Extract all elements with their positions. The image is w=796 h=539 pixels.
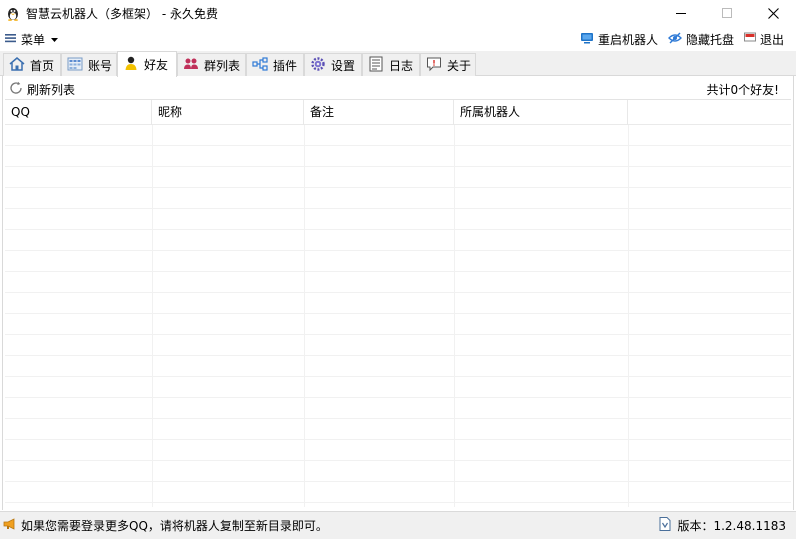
restart-robot-button[interactable]: 重启机器人	[580, 30, 658, 48]
column-header-nickname[interactable]: 昵称	[152, 100, 304, 125]
menu-bar: 菜单 重启机器人 隐藏托盘 退出	[0, 26, 796, 51]
grid-row-line	[5, 397, 791, 398]
maximize-button[interactable]	[704, 0, 750, 26]
grid-row-line	[5, 439, 791, 440]
tab-group-list[interactable]: 群列表	[177, 53, 246, 76]
status-bar: 如果您需要登录更多QQ，请将机器人复制至新目录即可。 版本：1.2.48.118…	[0, 511, 796, 539]
robot-app-icon	[5, 5, 21, 21]
grid-row-line	[5, 166, 791, 167]
tab-friends[interactable]: 好友	[117, 51, 177, 77]
friend-count-label: 共计0个好友!	[706, 83, 779, 97]
tab-home[interactable]: 首页	[3, 53, 61, 76]
grid-row-line	[5, 334, 791, 335]
main-menu-label: 菜单	[21, 32, 46, 47]
group-icon	[183, 56, 204, 75]
main-menu-button[interactable]: 菜单	[5, 30, 62, 48]
grid-row-line	[5, 355, 791, 356]
grid-row-line	[5, 313, 791, 314]
tab-group-list-label: 群列表	[204, 58, 241, 73]
grid-row-line	[5, 292, 791, 293]
settings-icon	[310, 56, 331, 75]
tab-home-label: 首页	[30, 58, 55, 73]
close-icon	[767, 7, 779, 19]
tab-about-label: 关于	[447, 58, 472, 73]
version-label: 版本：1.2.48.1183	[677, 519, 786, 533]
grid-row-line	[5, 460, 791, 461]
column-header-owner-robot[interactable]: 所属机器人	[454, 100, 628, 125]
grid-row-line	[5, 481, 791, 482]
tab-plugins[interactable]: 插件	[246, 53, 304, 76]
tab-logs-label: 日志	[389, 58, 414, 73]
restart-robot-label: 重启机器人	[598, 32, 659, 47]
window-title: 智慧云机器人（多框架） - 永久免费	[26, 7, 218, 21]
tab-friends-label: 好友	[144, 58, 169, 72]
friends-panel: 刷新列表 共计0个好友! QQ 昵称 备注 所属机器人	[2, 76, 794, 510]
grid-row-line	[5, 229, 791, 230]
grid-row-line	[5, 418, 791, 419]
plugin-icon	[252, 56, 273, 75]
grid-column-line	[628, 125, 629, 507]
refresh-icon	[9, 81, 27, 98]
grid-row-line	[5, 250, 791, 251]
table-body	[5, 125, 791, 507]
exit-button[interactable]: 退出	[744, 30, 784, 48]
account-icon	[67, 56, 88, 75]
tab-account[interactable]: 账号	[61, 53, 117, 76]
grid-row-line	[5, 271, 791, 272]
grid-row-line	[5, 376, 791, 377]
exit-label: 退出	[760, 32, 785, 47]
tab-plugins-label: 插件	[273, 58, 298, 73]
eye-hidden-icon	[668, 32, 686, 47]
tab-logs[interactable]: 日志	[362, 53, 420, 76]
friends-table[interactable]: QQ 昵称 备注 所属机器人	[5, 99, 791, 507]
minimize-icon	[676, 8, 686, 18]
hide-tray-button[interactable]: 隐藏托盘	[668, 30, 734, 48]
tab-settings[interactable]: 设置	[304, 53, 362, 76]
hide-tray-label: 隐藏托盘	[686, 32, 735, 47]
version-file-icon	[659, 517, 677, 534]
menu-list-icon	[5, 32, 21, 47]
minimize-button[interactable]	[658, 0, 704, 26]
refresh-list-button[interactable]: 刷新列表	[9, 80, 75, 98]
grid-row-line	[5, 145, 791, 146]
maximize-icon	[722, 8, 732, 18]
title-bar: 智慧云机器人（多框架） - 永久免费	[0, 0, 796, 26]
column-header-remark[interactable]: 备注	[304, 100, 454, 125]
grid-column-line	[454, 125, 455, 507]
table-header: QQ 昵称 备注 所属机器人	[5, 100, 791, 125]
log-icon	[368, 56, 389, 75]
tab-account-label: 账号	[88, 58, 113, 73]
megaphone-icon	[3, 518, 21, 533]
home-icon	[9, 56, 30, 75]
tab-strip: 首页 账号 好友 群列表 插件 设置 日志 关于	[0, 51, 796, 77]
grid-row-line	[5, 502, 791, 503]
about-icon	[426, 56, 447, 75]
friend-icon	[123, 55, 144, 74]
column-header-qq[interactable]: QQ	[5, 100, 152, 125]
tab-settings-label: 设置	[331, 58, 356, 73]
refresh-list-label: 刷新列表	[27, 82, 76, 97]
grid-column-line	[304, 125, 305, 507]
tab-about[interactable]: 关于	[420, 53, 476, 76]
grid-row-line	[5, 187, 791, 188]
close-button[interactable]	[750, 0, 796, 26]
exit-icon	[744, 32, 760, 46]
grid-column-line	[152, 125, 153, 507]
status-notice: 如果您需要登录更多QQ，请将机器人复制至新目录即可。	[21, 519, 328, 533]
dropdown-arrow-icon	[51, 32, 62, 46]
monitor-restart-icon	[580, 32, 598, 47]
grid-row-line	[5, 208, 791, 209]
